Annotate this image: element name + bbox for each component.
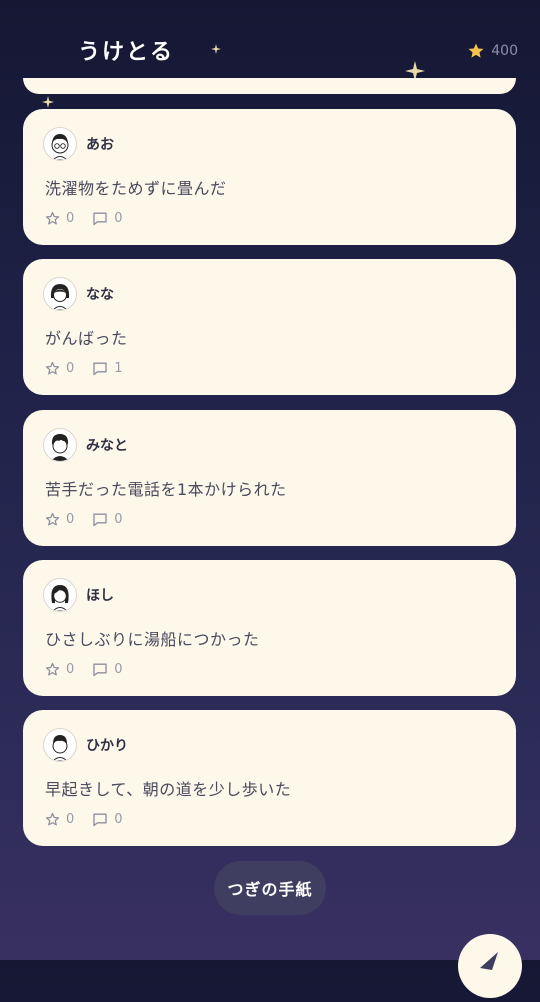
post-text: がんばった <box>45 329 128 348</box>
post-author: なな <box>86 287 114 303</box>
comment-count: 0 <box>114 812 123 827</box>
avatar-glasses-icon <box>51 134 69 160</box>
comment-button[interactable]: 0 <box>92 812 123 827</box>
star-outline-icon <box>45 211 60 225</box>
post-meta: 0 0 <box>45 211 141 226</box>
compose-button[interactable] <box>458 934 522 998</box>
previous-post-card <box>23 78 516 94</box>
star-count: 0 <box>66 512 75 527</box>
avatar-curly-icon <box>51 434 69 461</box>
points-count: 400 <box>491 43 518 59</box>
comment-button[interactable]: 0 <box>92 211 123 226</box>
post-text: 苦手だった電話を1本かけられた <box>45 480 287 499</box>
post-card[interactable]: なな がんばった 0 1 <box>23 259 516 395</box>
star-count: 0 <box>66 662 75 677</box>
avatar <box>43 277 77 311</box>
avatar-long-hair-icon <box>51 585 69 611</box>
post-author: ほし <box>86 588 114 604</box>
avatar <box>43 428 77 462</box>
star-icon <box>468 43 484 58</box>
star-outline-icon <box>45 512 60 526</box>
post-author: ひかり <box>86 738 128 754</box>
paper-plane-icon <box>480 952 498 970</box>
points-display: 400 <box>467 42 518 60</box>
star-count: 0 <box>66 211 75 226</box>
star-outline-icon <box>45 662 60 676</box>
star-button[interactable]: 0 <box>45 211 74 226</box>
star-outline-icon <box>45 812 60 826</box>
comment-button[interactable]: 0 <box>92 512 123 527</box>
post-card[interactable]: ひかり 早起きして、朝の道を少し歩いた 0 0 <box>23 710 516 846</box>
post-meta: 0 0 <box>45 812 141 827</box>
star-button[interactable]: 0 <box>45 361 74 376</box>
post-card[interactable]: みなと 苦手だった電話を1本かけられた 0 0 <box>23 410 516 546</box>
comment-button[interactable]: 1 <box>92 361 123 376</box>
post-text: 早起きして、朝の道を少し歩いた <box>45 780 292 799</box>
sparkle-icon <box>211 44 221 54</box>
comment-icon <box>93 513 107 527</box>
sparkle-icon <box>42 96 54 108</box>
star-count: 0 <box>66 361 75 376</box>
comment-count: 1 <box>114 361 123 376</box>
comment-icon <box>93 663 107 677</box>
post-meta: 0 0 <box>45 512 141 527</box>
comment-icon <box>93 212 107 226</box>
avatar-short-hair-icon <box>52 735 68 761</box>
post-meta: 0 0 <box>45 662 141 677</box>
star-outline-icon <box>45 361 60 375</box>
comment-count: 0 <box>114 211 123 226</box>
post-text: ひさしぶりに湯船につかった <box>45 630 260 649</box>
post-text: 洗濯物をためずに畳んだ <box>45 179 227 198</box>
comment-count: 0 <box>114 512 123 527</box>
post-author: あお <box>86 137 114 153</box>
star-button[interactable]: 0 <box>45 512 74 527</box>
star-button[interactable]: 0 <box>45 662 74 677</box>
post-meta: 0 1 <box>45 361 141 376</box>
star-count: 0 <box>66 812 75 827</box>
comment-count: 0 <box>114 662 123 677</box>
star-button[interactable]: 0 <box>45 812 74 827</box>
post-card[interactable]: ほし ひさしぶりに湯船につかった 0 0 <box>23 560 516 696</box>
avatar <box>43 127 77 161</box>
comment-icon <box>93 813 107 827</box>
avatar-bob-icon <box>50 284 70 310</box>
post-card[interactable]: あお 洗濯物をためずに畳んだ 0 0 <box>23 109 516 245</box>
comment-button[interactable]: 0 <box>92 662 123 677</box>
avatar <box>43 728 77 762</box>
page-title: うけとる <box>78 40 175 65</box>
avatar <box>43 578 77 612</box>
comment-icon <box>93 362 107 376</box>
post-author: みなと <box>86 438 128 454</box>
next-letter-button[interactable]: つぎの手紙 <box>214 861 326 915</box>
